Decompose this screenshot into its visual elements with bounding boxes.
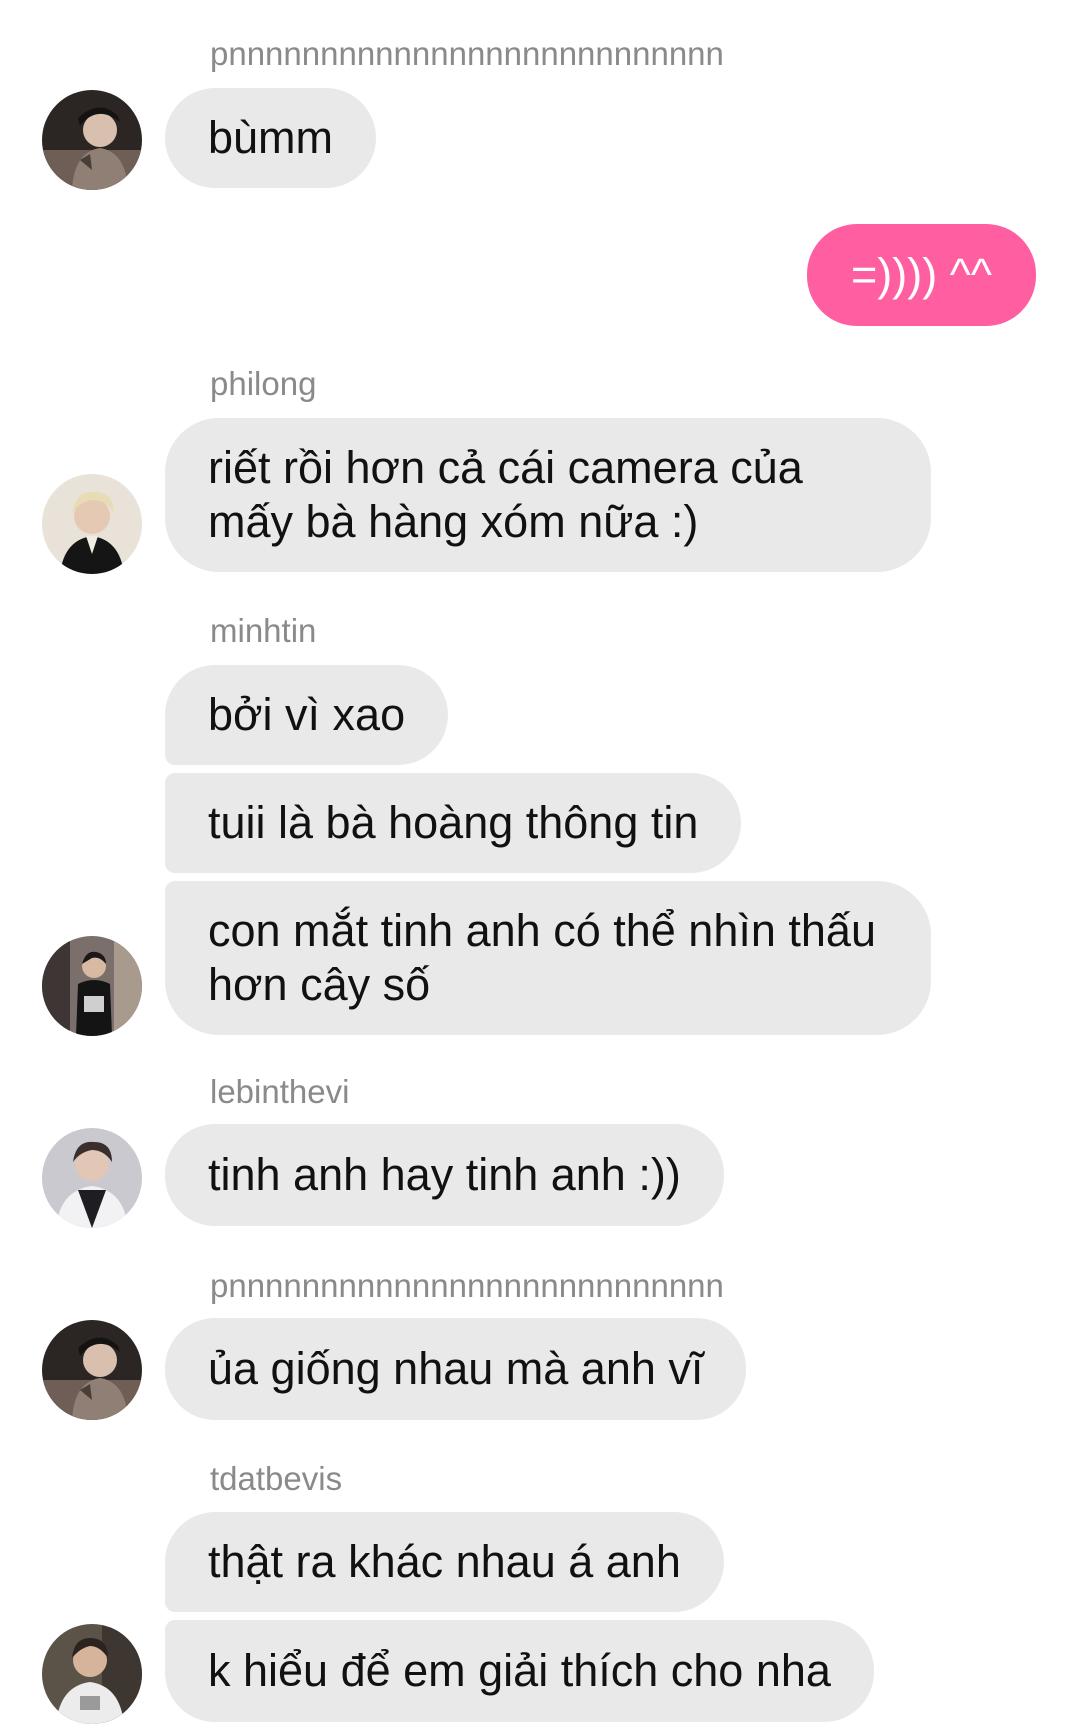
avatar-pnnn[interactable] (42, 90, 142, 190)
message-bubble[interactable]: k hiểu để em giải thích cho nha (165, 1620, 874, 1722)
message-bubble[interactable]: riết rồi hơn cả cái camera của mấy bà hà… (165, 418, 931, 572)
message-bubble[interactable]: con mắt tinh anh có thể nhìn thấu hơn câ… (165, 881, 931, 1035)
sender-name: philong (210, 365, 317, 402)
message-bubble[interactable]: ủa giống nhau mà anh vĩ (165, 1318, 747, 1420)
message-bubble[interactable]: thật ra khác nhau á anh (165, 1512, 724, 1612)
sender-name: tdatbevis (210, 1460, 343, 1497)
outgoing-message-bubble[interactable]: =)))) ^^ (807, 224, 1036, 326)
sender-name: pnnnnnnnnnnnnnnnnnnnnnnnnnnn (210, 1267, 724, 1304)
sender-name: pnnnnnnnnnnnnnnnnnnnnnnnnnnn (210, 35, 724, 72)
avatar-photo-icon (42, 1320, 142, 1420)
message-bubble[interactable]: bùmm (165, 88, 377, 188)
avatar-pnnn[interactable] (42, 1320, 142, 1420)
avatar-photo-icon (42, 90, 142, 190)
sender-name: lebinthevi (210, 1073, 350, 1110)
avatar-photo-icon (42, 474, 142, 574)
avatar-photo-icon (42, 1128, 142, 1228)
avatar-photo-icon (42, 1624, 142, 1724)
avatar-tdatbevis[interactable] (42, 1624, 142, 1724)
avatar-philong[interactable] (42, 474, 142, 574)
avatar-lebinthevi[interactable] (42, 1128, 142, 1228)
message-bubble[interactable]: bởi vì xao (165, 665, 449, 765)
avatar-minhtin[interactable] (42, 936, 142, 1036)
avatar-photo-icon (42, 936, 142, 1036)
message-bubble[interactable]: tuii là bà hoàng thông tin (165, 773, 742, 873)
sender-name: minhtin (210, 612, 317, 649)
message-bubble[interactable]: tinh anh hay tinh anh :)) (165, 1124, 724, 1226)
